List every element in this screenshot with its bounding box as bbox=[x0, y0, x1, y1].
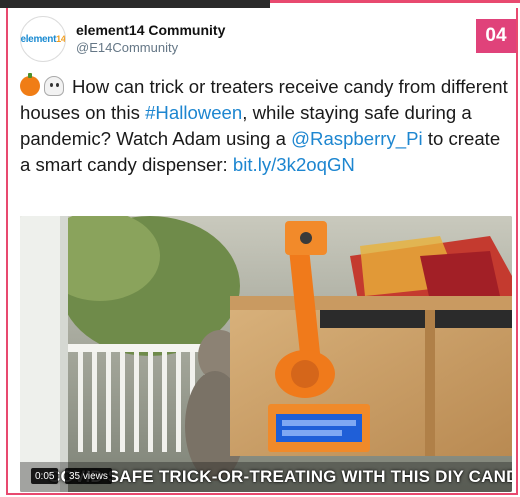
accent-rule bbox=[270, 0, 520, 3]
logo-suffix: 14 bbox=[56, 33, 66, 44]
video-timestamp: 0:05 bbox=[31, 468, 59, 484]
ghost-icon bbox=[44, 76, 64, 96]
mention-link[interactable]: @Raspberry_Pi bbox=[291, 128, 423, 149]
element14-logo: element14 bbox=[20, 33, 66, 45]
video-frame-image bbox=[20, 216, 512, 492]
account-handle[interactable]: @E14Community bbox=[76, 40, 178, 55]
panel-number-badge: 04 bbox=[476, 19, 516, 53]
video-player[interactable]: COVID SAFE TRICK-OR-TREATING WITH THIS D… bbox=[20, 216, 512, 492]
hashtag-link[interactable]: #Halloween bbox=[145, 102, 242, 123]
previous-panel-edge bbox=[0, 0, 270, 8]
account-name[interactable]: element14 Community bbox=[76, 22, 225, 38]
short-url-link[interactable]: bit.ly/3k2oqGN bbox=[233, 154, 355, 175]
top-strip bbox=[0, 0, 520, 8]
tweet-text: How can trick or treaters receive candy … bbox=[20, 73, 510, 178]
logo-text: element bbox=[20, 33, 57, 45]
jack-o-lantern-icon bbox=[20, 73, 40, 96]
video-view-count: 35 views bbox=[65, 468, 112, 484]
avatar[interactable]: element14 bbox=[20, 16, 66, 62]
